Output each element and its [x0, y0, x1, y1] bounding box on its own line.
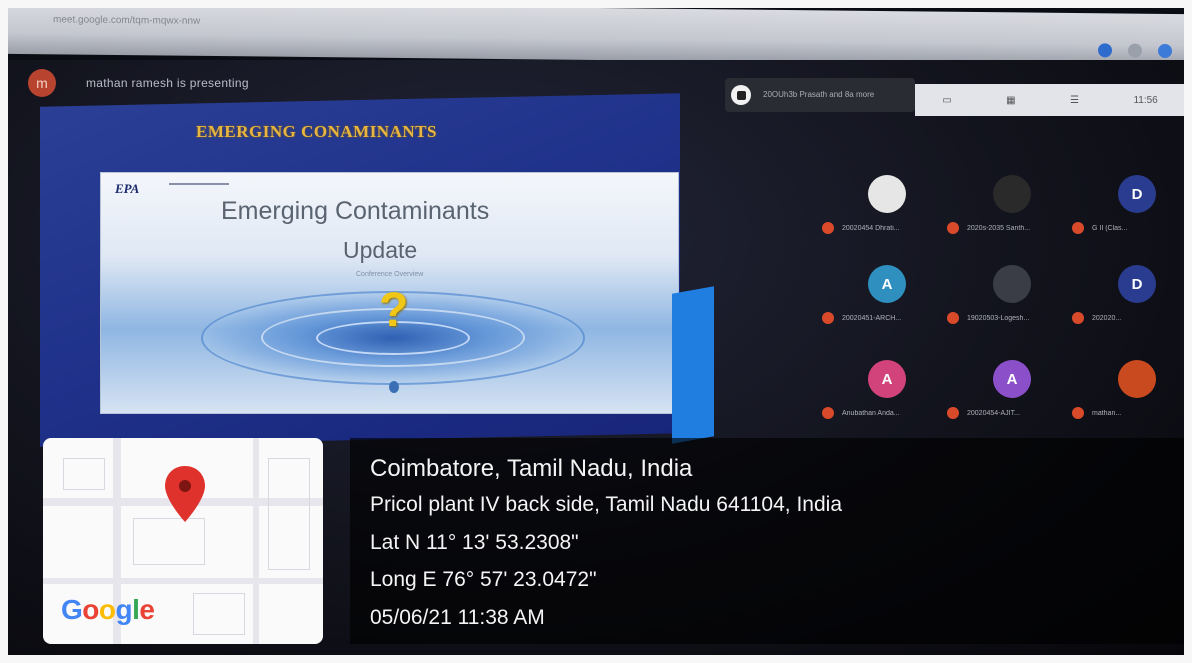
participant-name-row: 20020454-AJIT... [947, 406, 1020, 420]
participant-name: 202020... [1092, 314, 1122, 322]
epa-logo: EPA [115, 181, 140, 196]
slide-title-line2: Update [343, 237, 418, 263]
participant-tile[interactable]: A 20020451-ARCH... [810, 255, 950, 335]
logo-underline [169, 183, 229, 185]
mic-muted-icon [1072, 222, 1084, 234]
mic-muted-icon [1072, 407, 1084, 419]
participant-chip[interactable]: 20OUh3b Prasath and 8a more [725, 78, 915, 112]
participant-tile[interactable]: 20020454 Dhrati... [810, 165, 950, 245]
participant-tile[interactable]: A 20020454-AJIT... [935, 350, 1075, 430]
participant-tile[interactable]: D G II (Clas... [1060, 165, 1192, 245]
participant-name-row: 2020s-2035 Santh... [947, 221, 1030, 235]
participant-tile[interactable]: 19020503-Logesh... [935, 255, 1075, 335]
participant-name-row: 202020... [1072, 311, 1121, 325]
participant-avatar: D [1118, 265, 1156, 303]
participant-grid: 20020454 Dhrati... 2020s-2035 Santh... D G … [810, 160, 1184, 450]
presenter-avatar: m [28, 69, 56, 97]
browser-tab-bar: meet.google.com/tqm-mqwx-nnw [8, 1, 1184, 67]
location-address: Pricol plant IV back side, Tamil Nadu 64… [370, 493, 842, 516]
slide-heading: EMERGING CONAMINANTS [196, 122, 437, 141]
google-logo-letter: e [139, 594, 155, 625]
participant-chip-label: 20OUh3b Prasath and 8a more [763, 90, 875, 99]
participant-tile[interactable]: D 202020... [1060, 255, 1192, 335]
location-city: Coimbatore, Tamil Nadu, India [370, 455, 693, 482]
profile-icon[interactable] [1098, 43, 1112, 58]
map-block [268, 458, 310, 570]
participant-avatar: A [993, 360, 1031, 398]
participant-avatar: A [868, 265, 906, 303]
participant-name-row: mathan... [1072, 406, 1121, 420]
map-block [63, 458, 105, 490]
extension-icon[interactable] [1128, 43, 1142, 58]
participant-name: Anubathan Anda... [842, 409, 900, 417]
stop-icon[interactable] [731, 85, 751, 105]
mic-muted-icon [947, 407, 959, 419]
map-road [253, 438, 259, 644]
slide-title-line1: Emerging Contaminants [221, 197, 490, 225]
participant-tile[interactable]: A Anubathan Anda... [810, 350, 950, 430]
participant-avatar: D [1118, 175, 1156, 213]
people-icon[interactable]: ☰ [1070, 95, 1079, 106]
mic-muted-icon [947, 312, 959, 324]
mic-muted-icon [822, 312, 834, 324]
participant-name: 20020454-AJIT... [967, 409, 1020, 417]
grid-icon[interactable]: ▦ [1006, 95, 1015, 106]
layout-icon[interactable]: ▭ [942, 95, 951, 106]
question-mark-graphic: ? [379, 284, 409, 337]
map-pin-icon [165, 466, 205, 522]
participant-name-row: 19020503-Logesh... [947, 311, 1029, 325]
participant-avatar [993, 175, 1031, 213]
location-datetime: 05/06/21 11:38 AM [370, 606, 545, 629]
clock-label: 11:56 [1133, 94, 1158, 106]
mic-muted-icon [1072, 312, 1084, 324]
participant-tile[interactable]: mathan... [1060, 350, 1192, 430]
location-latitude: Lat N 11° 13' 53.2308" [370, 531, 579, 554]
participant-avatar [868, 175, 906, 213]
address-bar[interactable]: meet.google.com/tqm-mqwx-nnw [53, 14, 453, 32]
map-block [133, 518, 205, 565]
participant-avatar [993, 265, 1031, 303]
google-logo: Google [61, 594, 155, 626]
map-block [193, 593, 245, 635]
participant-name: G II (Clas... [1092, 224, 1128, 232]
google-logo-letter: o [98, 594, 116, 625]
participant-name: 20020451-ARCH... [842, 314, 902, 322]
meeting-toolbar: ▭ ▦ ☰ 11:56 [915, 84, 1185, 116]
account-avatar[interactable] [1158, 43, 1172, 59]
participant-name-row: 20020454 Dhrati... [822, 221, 900, 235]
participant-avatar [1118, 360, 1156, 398]
participant-name: mathan... [1092, 409, 1122, 417]
slide-image: EPA Emerging Contaminants Update Confere… [100, 172, 679, 414]
mic-muted-icon [822, 222, 834, 234]
presenter-banner: m mathan ramesh is presenting [28, 66, 588, 100]
participant-name: 20020454 Dhrati... [842, 224, 900, 232]
slide-subtitle: Conference Overview [356, 271, 424, 278]
slide-side-panel [672, 286, 714, 444]
participant-name-row: Anubathan Anda... [822, 406, 900, 420]
google-logo-letter: G [61, 594, 83, 625]
google-logo-letter: g [115, 594, 133, 625]
participant-name-row: 20020451-ARCH... [822, 311, 901, 325]
water-drop-icon [389, 381, 399, 393]
participant-name: 19020503-Logesh... [967, 314, 1030, 322]
mic-muted-icon [822, 407, 834, 419]
participant-tile[interactable]: 2020s-2035 Santh... [935, 165, 1075, 245]
google-logo-letter: o [82, 594, 99, 625]
presenter-label: mathan ramesh is presenting [86, 76, 249, 90]
map-road [43, 578, 323, 584]
mic-muted-icon [947, 222, 959, 234]
participant-name: 2020s-2035 Santh... [967, 224, 1031, 232]
map-thumbnail: Google [43, 438, 323, 644]
participant-name-row: G II (Clas... [1072, 221, 1127, 235]
geotag-info-panel: Coimbatore, Tamil Nadu, India Pricol pla… [350, 438, 1184, 644]
location-longitude: Long E 76° 57' 23.0472" [370, 568, 597, 591]
participant-avatar: A [868, 360, 906, 398]
